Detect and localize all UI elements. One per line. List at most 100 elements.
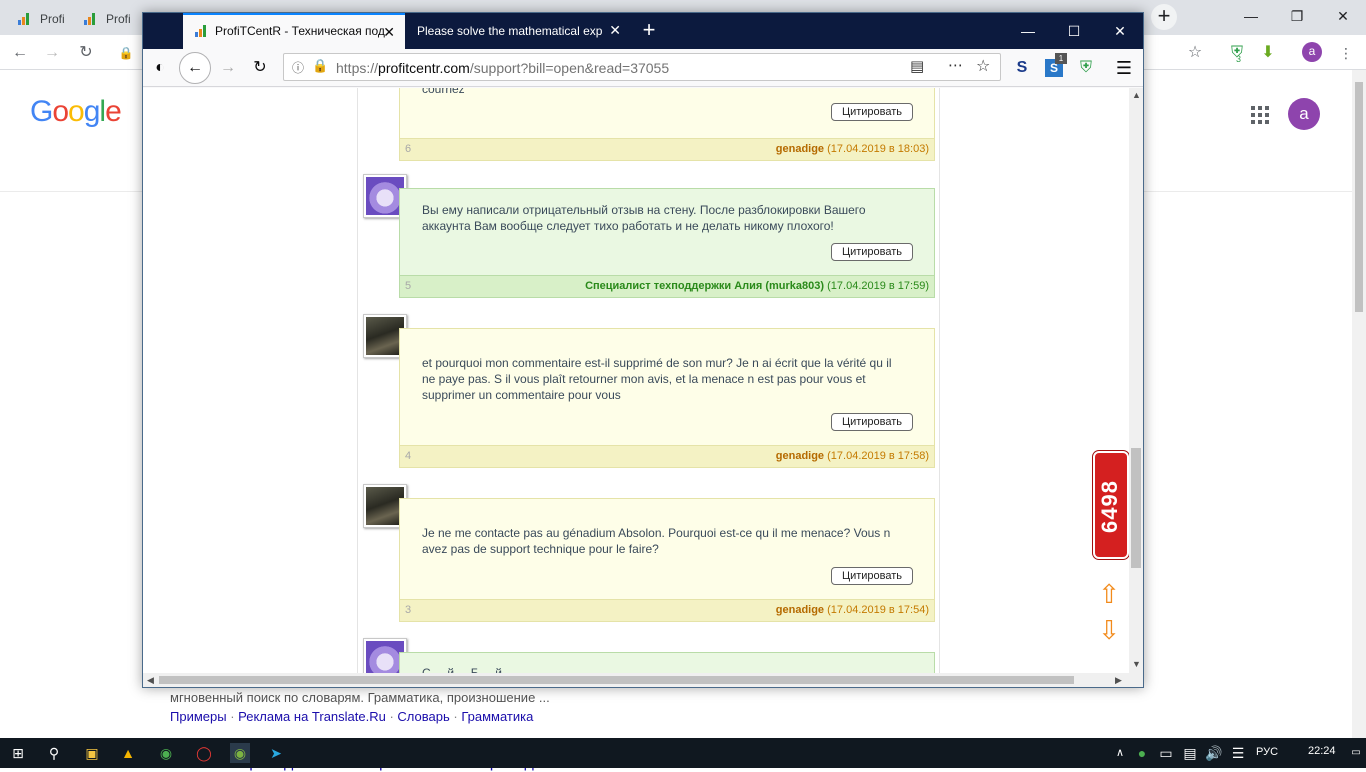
tab-close-icon[interactable]: ✕ bbox=[383, 24, 395, 41]
firefox-new-tab-button[interactable]: + bbox=[637, 19, 661, 43]
firefox-minimize-button[interactable]: — bbox=[1005, 13, 1051, 49]
firefox-titlebar: ProfiTCentR - Техническая под ✕ Please s… bbox=[143, 13, 1143, 49]
scroll-right-icon[interactable]: ▶ bbox=[1115, 675, 1122, 686]
tray-action-center-icon[interactable]: ▭ bbox=[1346, 743, 1366, 763]
chrome-vertical-scrollbar[interactable] bbox=[1352, 70, 1366, 738]
bookmark-star-icon[interactable]: ☆ bbox=[976, 56, 990, 76]
message-number: 5 bbox=[405, 280, 412, 292]
scroll-down-arrow-icon[interactable]: ⇩ bbox=[1097, 616, 1121, 644]
windows-taskbar: ⊞ ⚲ ▣ ▲ ◉ ◯ ◉ ➤ ∧ ● ▭ ▤ 🔊 ☰ РУС 22:24 ▭ bbox=[0, 738, 1366, 768]
extension-s-icon[interactable]: S bbox=[1009, 55, 1035, 81]
author-link[interactable]: Специалист техподдержки Алия (murka803) bbox=[585, 280, 824, 292]
quote-button[interactable]: Цитировать bbox=[831, 567, 913, 585]
firefox-maximize-button[interactable]: ☐ bbox=[1051, 13, 1097, 49]
chrome-profile-avatar[interactable]: a bbox=[1302, 42, 1322, 62]
quote-button[interactable]: Цитировать bbox=[831, 103, 913, 121]
tray-chevron-icon[interactable]: ∧ bbox=[1110, 743, 1130, 763]
chrome-bookmark-star-icon[interactable]: ☆ bbox=[1183, 41, 1207, 65]
chrome-reload-icon[interactable]: ↻ bbox=[74, 41, 98, 65]
firefox-taskbar-icon[interactable]: ◉ bbox=[230, 743, 250, 763]
firefox-close-button[interactable]: ✕ bbox=[1097, 13, 1143, 49]
chrome-taskbar-icon[interactable]: ◉ bbox=[156, 743, 176, 763]
scrollbar-thumb[interactable] bbox=[159, 676, 1074, 684]
message-date: (17.04.2019 в 17:58) bbox=[827, 450, 929, 462]
firefox-menu-icon[interactable]: ☰ bbox=[1111, 55, 1137, 81]
scroll-left-icon[interactable]: ◀ bbox=[147, 675, 154, 686]
author-link[interactable]: genadige bbox=[776, 143, 824, 155]
scroll-up-arrow-icon[interactable]: ⇧ bbox=[1097, 580, 1121, 608]
chrome-tab-2[interactable]: Profi bbox=[72, 4, 138, 35]
telegram-taskbar-icon[interactable]: ➤ bbox=[266, 743, 286, 763]
reader-view-icon[interactable]: ▤ bbox=[910, 57, 924, 75]
firefox-forward-button[interactable]: → bbox=[215, 55, 241, 81]
message-6: courriez Цитировать 6 genadige (17.04.20… bbox=[399, 88, 935, 161]
sitelink[interactable]: Реклама на Translate.Ru bbox=[238, 709, 386, 724]
logo-letter: e bbox=[105, 95, 122, 128]
firefox-tab-profitcentr[interactable]: ProfiTCentR - Техническая под ✕ bbox=[183, 13, 405, 49]
message-2: С ... й ... Б ... й bbox=[399, 652, 935, 673]
page-actions-icon[interactable]: ⋯ bbox=[948, 56, 963, 74]
url-prefix: https:// bbox=[336, 60, 379, 76]
extension-shield-icon[interactable]: ⛨ bbox=[1073, 55, 1099, 81]
firefox-tracking-icon[interactable]: ◐ bbox=[147, 55, 173, 81]
profitcentr-favicon-icon bbox=[84, 13, 98, 25]
google-logo[interactable]: Google bbox=[30, 95, 122, 129]
tray-notifications-icon[interactable]: ☰ bbox=[1228, 743, 1248, 763]
message-5: Вы ему написали отрицательный отзыв на с… bbox=[399, 188, 935, 298]
search-icon[interactable]: ⚲ bbox=[44, 743, 64, 763]
firefox-reload-button[interactable]: ↻ bbox=[247, 55, 273, 81]
firefox-window: ProfiTCentR - Техническая под ✕ Please s… bbox=[142, 12, 1144, 688]
url-text[interactable]: https://profitcentr.com/support?bill=ope… bbox=[336, 60, 669, 76]
firefox-tab-label: Please solve the mathematical expr bbox=[417, 24, 603, 38]
scrollbar-thumb[interactable] bbox=[1131, 448, 1141, 568]
author-link[interactable]: genadige bbox=[776, 604, 824, 616]
firefox-back-button[interactable]: ← bbox=[179, 52, 211, 84]
tray-app-icon[interactable]: ● bbox=[1132, 743, 1152, 763]
tray-language[interactable]: РУС bbox=[1256, 746, 1278, 758]
tab-close-icon[interactable]: ✕ bbox=[609, 22, 621, 39]
firefox-tab-math[interactable]: Please solve the mathematical expr ✕ bbox=[405, 13, 631, 49]
online-counter-badge[interactable]: 6498 bbox=[1093, 451, 1129, 559]
google-account-avatar[interactable]: a bbox=[1288, 98, 1320, 130]
tray-network-icon[interactable]: ▤ bbox=[1180, 743, 1200, 763]
chrome-tab-1[interactable]: Profi bbox=[6, 4, 72, 35]
file-explorer-icon[interactable]: ▣ bbox=[82, 743, 102, 763]
windows-start-icon[interactable]: ⊞ bbox=[8, 743, 28, 763]
chrome-menu-icon[interactable]: ⋮ bbox=[1334, 41, 1358, 65]
quote-button[interactable]: Цитировать bbox=[831, 243, 913, 261]
chrome-tab-label: Profi bbox=[106, 12, 131, 26]
scroll-down-icon[interactable]: ▼ bbox=[1132, 659, 1141, 669]
message-author-date: genadige (17.04.2019 в 17:54) bbox=[776, 600, 929, 621]
google-apps-icon[interactable] bbox=[1251, 106, 1269, 124]
chrome-forward-icon[interactable]: → bbox=[40, 41, 64, 65]
author-link[interactable]: genadige bbox=[776, 450, 824, 462]
logo-letter: G bbox=[30, 95, 53, 128]
tray-volume-icon[interactable]: 🔊 bbox=[1204, 743, 1224, 763]
chrome-back-icon[interactable]: ← bbox=[8, 41, 32, 65]
sitelink[interactable]: Примеры bbox=[170, 709, 227, 724]
sitelink[interactable]: Словарь bbox=[397, 709, 449, 724]
opera-taskbar-icon[interactable]: ◯ bbox=[194, 743, 214, 763]
extension-download-icon[interactable]: ⬇ bbox=[1256, 41, 1280, 65]
app-warning-icon[interactable]: ▲ bbox=[118, 743, 138, 763]
chrome-restore-button[interactable]: ❐ bbox=[1274, 0, 1320, 32]
message-footer: 6 genadige (17.04.2019 в 18:03) bbox=[400, 138, 934, 160]
message-text: С ... й ... Б ... й bbox=[400, 653, 934, 673]
scrollbar-thumb[interactable] bbox=[1355, 82, 1363, 312]
sitelink[interactable]: Грамматика bbox=[461, 709, 533, 724]
scroll-up-icon[interactable]: ▲ bbox=[1132, 90, 1141, 100]
site-info-icon[interactable]: ⓘ bbox=[292, 59, 304, 76]
firefox-vertical-scrollbar[interactable]: ▲ ▼ bbox=[1129, 88, 1143, 673]
chrome-lock-icon: 🔒 bbox=[118, 46, 134, 60]
quote-button[interactable]: Цитировать bbox=[831, 413, 913, 431]
chrome-new-tab-button[interactable]: + bbox=[1151, 4, 1177, 30]
tray-clock[interactable]: 22:24 bbox=[1308, 745, 1336, 757]
message-number: 3 bbox=[405, 604, 412, 616]
chrome-close-button[interactable]: ✕ bbox=[1320, 0, 1366, 32]
tray-power-icon[interactable]: ▭ bbox=[1156, 743, 1176, 763]
firefox-horizontal-scrollbar[interactable]: ◀ ▶ bbox=[143, 673, 1143, 687]
chrome-minimize-button[interactable]: — bbox=[1228, 0, 1274, 32]
firefox-url-bar[interactable]: ⓘ 🔒 https://profitcentr.com/support?bill… bbox=[283, 53, 1001, 81]
message-text: Вы ему написали отрицательный отзыв на с… bbox=[400, 189, 934, 234]
firefox-tab-label: ProfiTCentR - Техническая под bbox=[215, 24, 385, 38]
